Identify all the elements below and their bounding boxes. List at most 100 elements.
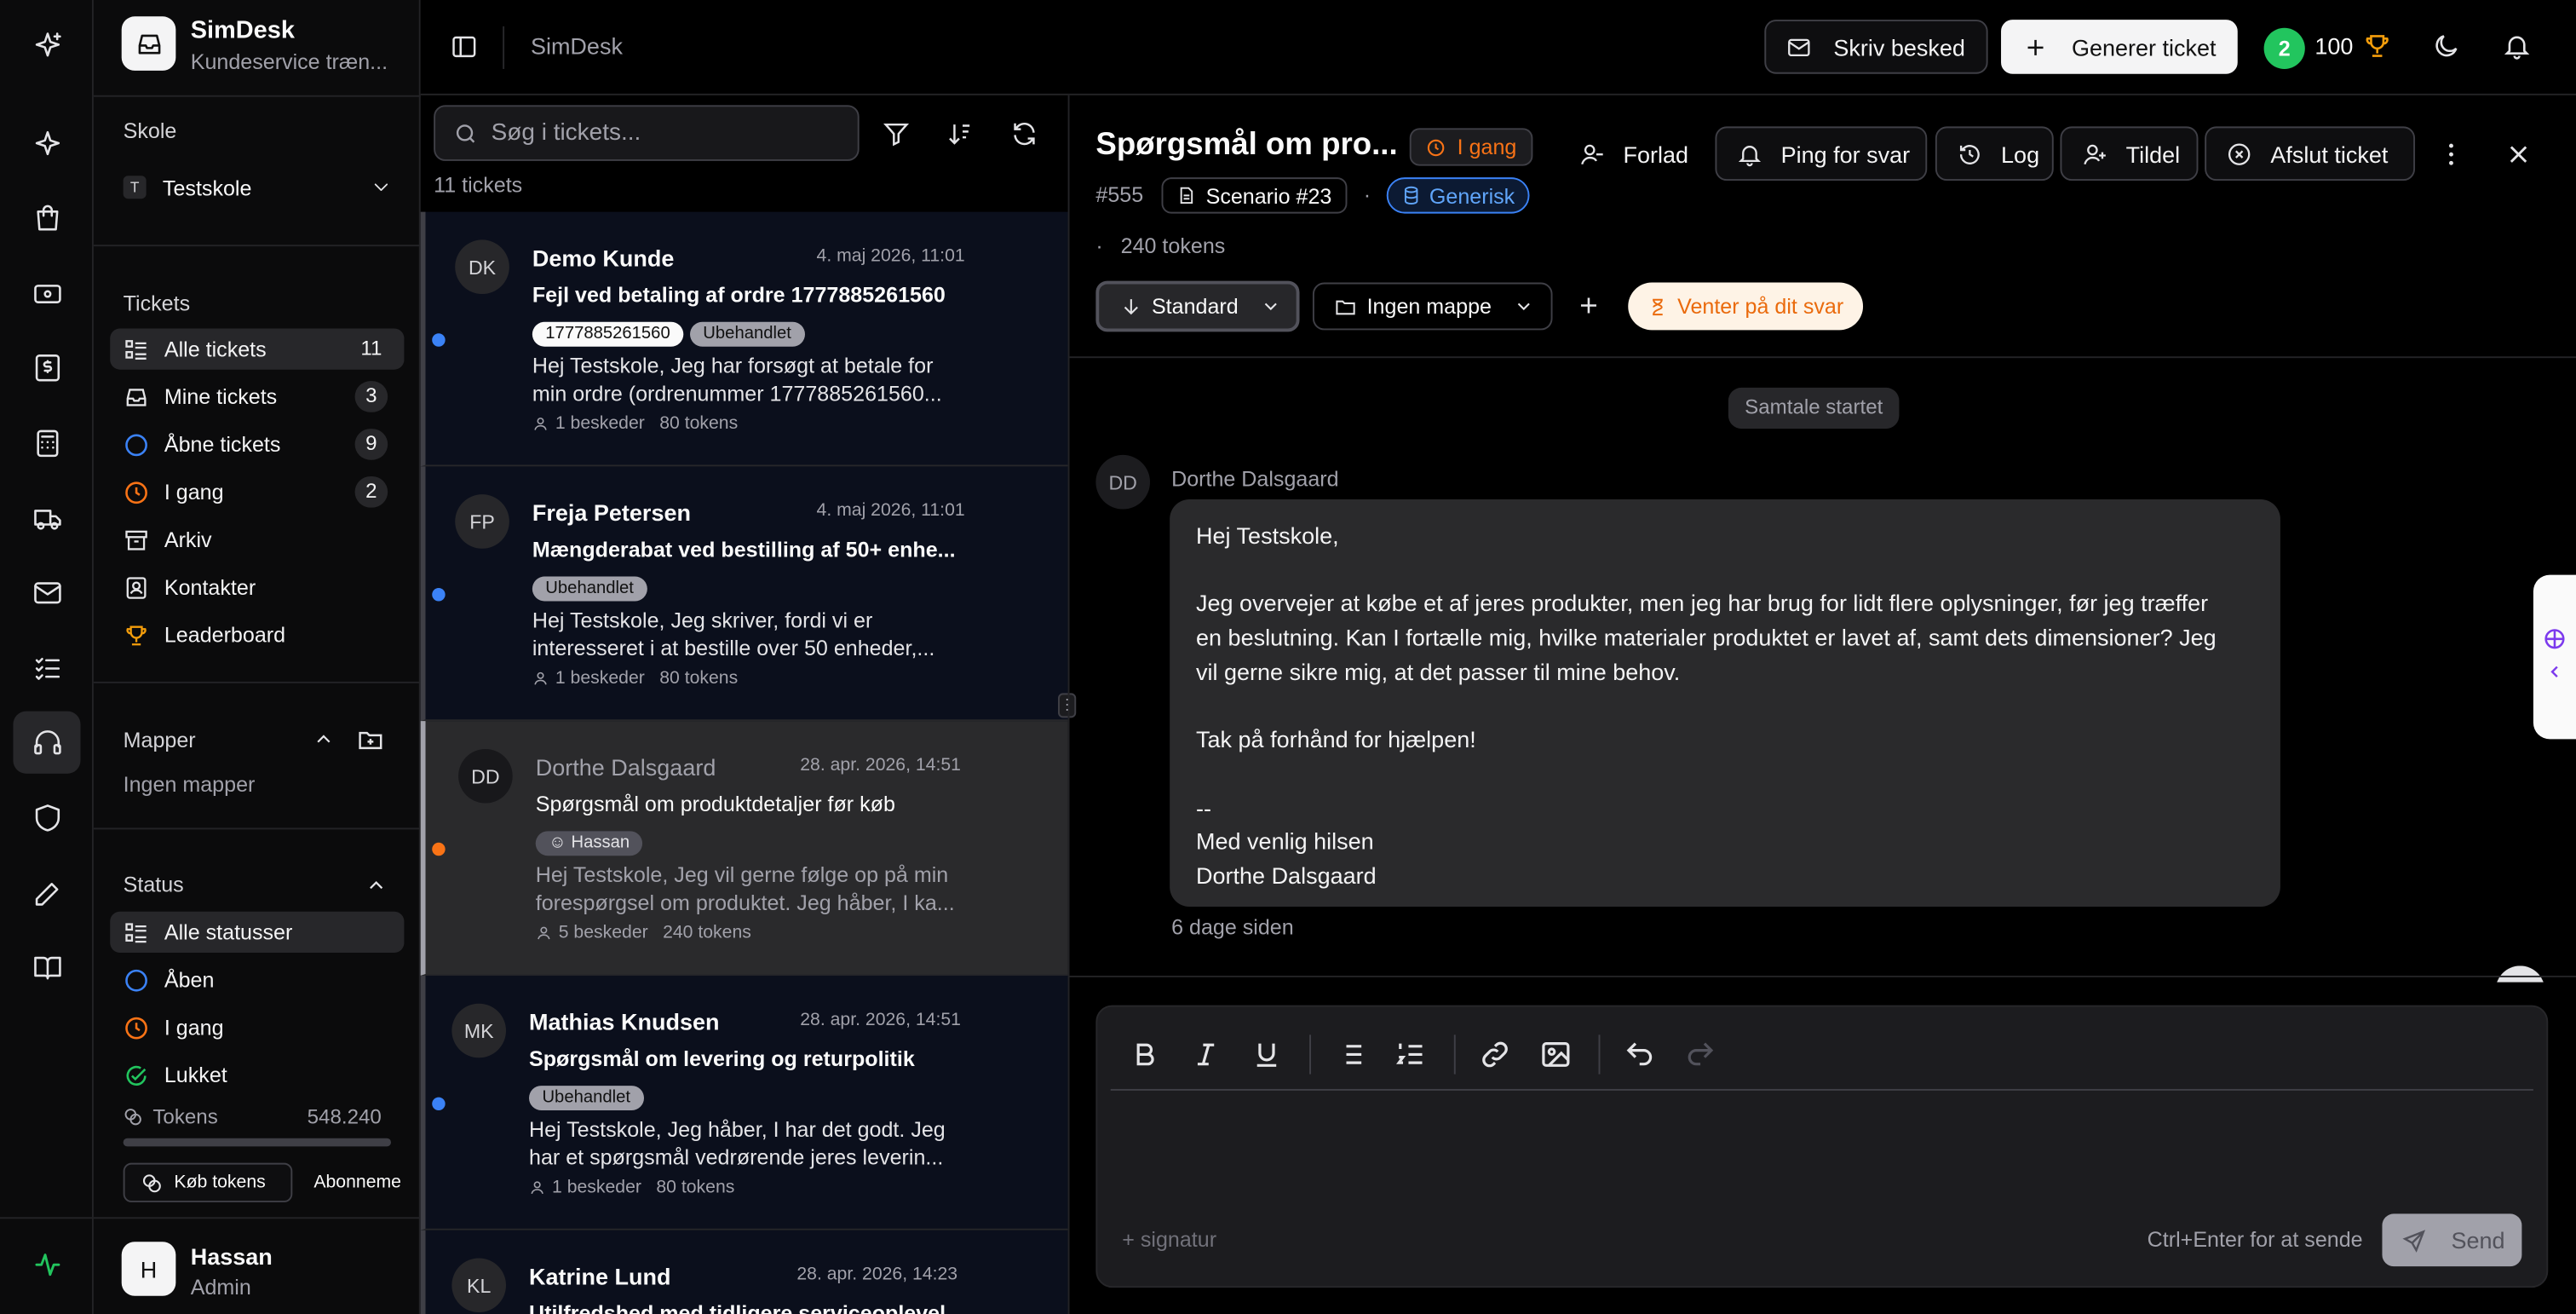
nav-archive[interactable]: Arkiv xyxy=(110,519,404,560)
write-message-button[interactable]: Skriv besked xyxy=(1764,20,1988,74)
chevron-up-icon[interactable] xyxy=(365,873,388,896)
tokens-bar xyxy=(123,1138,392,1147)
shopping-bag-icon[interactable] xyxy=(13,187,80,250)
bullet-list-icon[interactable] xyxy=(1334,1038,1367,1071)
italic-icon[interactable] xyxy=(1189,1038,1222,1071)
sort-icon[interactable] xyxy=(946,120,975,148)
generate-ticket-button[interactable]: Generer ticket xyxy=(2001,20,2238,74)
subscription-button[interactable]: Abonneme xyxy=(304,1163,421,1202)
ticket-card[interactable]: FP Freja Petersen 4. maj 2026, 11:01 Mæn… xyxy=(420,466,1068,722)
status-tag: Ubehandlet xyxy=(689,321,805,347)
reply-editor[interactable]: + signatur Ctrl+Enter for at sende Send xyxy=(1095,1005,2549,1288)
ticket-card[interactable]: KL Katrine Lund 28. apr. 2026, 14:23 Uti… xyxy=(420,1230,1068,1314)
status-badge: I gang xyxy=(1409,128,1533,166)
banknote-icon[interactable] xyxy=(13,262,80,325)
status-all[interactable]: Alle statusser xyxy=(110,911,405,953)
chevron-up-icon[interactable] xyxy=(312,728,335,751)
ticket-tags: ☺ Hassan xyxy=(535,827,650,856)
link-icon[interactable] xyxy=(1479,1038,1512,1071)
nav-label: Kontakter xyxy=(164,574,256,600)
bold-icon[interactable] xyxy=(1129,1038,1162,1071)
shield-icon[interactable] xyxy=(13,787,80,849)
school-select[interactable]: T Testskole xyxy=(110,164,402,210)
nav-leaderboard[interactable]: Leaderboard xyxy=(110,614,404,655)
unread-dot xyxy=(432,588,446,602)
assign-button[interactable]: Tildel xyxy=(2060,126,2199,182)
send-button[interactable]: Send xyxy=(2382,1213,2522,1267)
refresh-icon[interactable] xyxy=(1010,120,1038,148)
status-open[interactable]: Åben xyxy=(110,960,404,1000)
nav-count: 2 xyxy=(354,475,388,508)
sender-name: Dorthe Dalsgaard xyxy=(1171,466,1339,492)
user-icon xyxy=(531,1181,543,1195)
waiting-badge: Venter på dit svar xyxy=(1628,282,1864,331)
top-header: SimDesk Skriv besked Generer ticket 2 10… xyxy=(420,0,2576,95)
open-circle-icon xyxy=(125,433,147,456)
clock-icon xyxy=(125,1016,147,1039)
nav-my-tickets[interactable]: Mine tickets 3 xyxy=(110,376,404,417)
clock-icon xyxy=(1427,138,1445,156)
nav-in-progress[interactable]: I gang 2 xyxy=(110,471,404,512)
ticket-list-panel: Søg i tickets... 11 tickets DK Demo Kund… xyxy=(420,95,1068,1314)
undo-icon[interactable] xyxy=(1623,1038,1656,1071)
underline-icon[interactable] xyxy=(1251,1038,1284,1071)
nav-contacts[interactable]: Kontakter xyxy=(110,567,404,608)
log-button[interactable]: Log xyxy=(1935,126,2054,182)
ticket-tags: 1777885261560 Ubehandlet xyxy=(532,317,811,347)
mail-icon[interactable] xyxy=(13,562,80,624)
filter-icon[interactable] xyxy=(883,120,911,148)
signature-link[interactable]: + signatur xyxy=(1122,1227,1216,1252)
folder-plus-icon[interactable] xyxy=(357,726,385,754)
book-icon[interactable] xyxy=(13,937,80,999)
ai-sparkle-icon[interactable] xyxy=(13,113,80,176)
moon-icon[interactable] xyxy=(2431,32,2461,61)
ticket-customer: Dorthe Dalsgaard xyxy=(535,753,716,781)
close-icon[interactable] xyxy=(2504,140,2533,170)
avatar: KL xyxy=(451,1258,507,1313)
status-tag: Ubehandlet xyxy=(532,576,647,602)
ticket-card[interactable]: MK Mathias Knudsen 28. apr. 2026, 14:51 … xyxy=(420,975,1068,1230)
trophy-icon[interactable] xyxy=(2362,32,2392,61)
numbered-list-icon[interactable] xyxy=(1394,1038,1428,1071)
message-bubble: Hej Testskole, Jeg overvejer at købe et … xyxy=(1170,499,2280,907)
nav-all-tickets[interactable]: Alle tickets 11 xyxy=(110,328,405,370)
side-panel-tab[interactable] xyxy=(2533,574,2576,740)
breadcrumb[interactable]: SimDesk xyxy=(531,33,623,60)
more-vertical-icon[interactable] xyxy=(2436,140,2466,170)
model-select[interactable]: Standard xyxy=(1095,280,1300,332)
nav-label: Arkiv xyxy=(164,527,212,552)
buy-tokens-button[interactable]: Køb tokens xyxy=(123,1162,293,1202)
calculator-icon[interactable] xyxy=(13,412,80,475)
message-time: 6 dage siden xyxy=(1171,914,1294,940)
folder-select[interactable]: Ingen mappe xyxy=(1312,282,1553,331)
pen-icon[interactable] xyxy=(13,862,80,925)
headset-icon[interactable] xyxy=(13,711,81,774)
status-in-progress[interactable]: I gang xyxy=(110,1007,404,1048)
dollar-icon[interactable] xyxy=(13,337,80,399)
status-closed[interactable]: Lukket xyxy=(110,1054,404,1095)
leave-button[interactable]: Forlad xyxy=(1559,126,1688,181)
sidebar-toggle-icon[interactable] xyxy=(450,33,478,61)
ticket-meta: 1 beskeder 80 tokens xyxy=(529,1178,734,1197)
plus-icon[interactable] xyxy=(1576,292,1602,319)
open-circle-icon xyxy=(125,968,147,991)
activity-icon[interactable] xyxy=(13,1234,80,1296)
inbox-logo-icon xyxy=(121,16,176,71)
search-input[interactable]: Søg i tickets... xyxy=(434,105,860,161)
assignee-tag: ☺ Hassan xyxy=(535,831,643,856)
nav-open-tickets[interactable]: Åbne tickets 9 xyxy=(110,424,404,464)
sparkle-logo-icon[interactable] xyxy=(13,14,80,77)
ticket-date: 28. apr. 2026, 14:51 xyxy=(800,1010,961,1030)
checklist-icon[interactable] xyxy=(13,637,80,700)
avatar[interactable]: H xyxy=(121,1242,176,1296)
close-ticket-button[interactable]: Afslut ticket xyxy=(2205,126,2416,182)
user-plus-icon xyxy=(2084,143,2106,164)
bell-icon[interactable] xyxy=(2502,32,2532,61)
scenario-badge[interactable]: Scenario #23 xyxy=(1161,177,1347,214)
ping-button[interactable]: Ping for svar xyxy=(1715,126,1928,182)
ticket-card[interactable]: DK Demo Kunde 4. maj 2026, 11:01 Fejl ve… xyxy=(420,211,1068,467)
ticket-card-selected[interactable]: DD Dorthe Dalsgaard 28. apr. 2026, 14:51… xyxy=(420,721,1068,976)
image-icon[interactable] xyxy=(1539,1038,1573,1071)
truck-icon[interactable] xyxy=(13,487,80,550)
redo-icon[interactable] xyxy=(1684,1038,1717,1071)
